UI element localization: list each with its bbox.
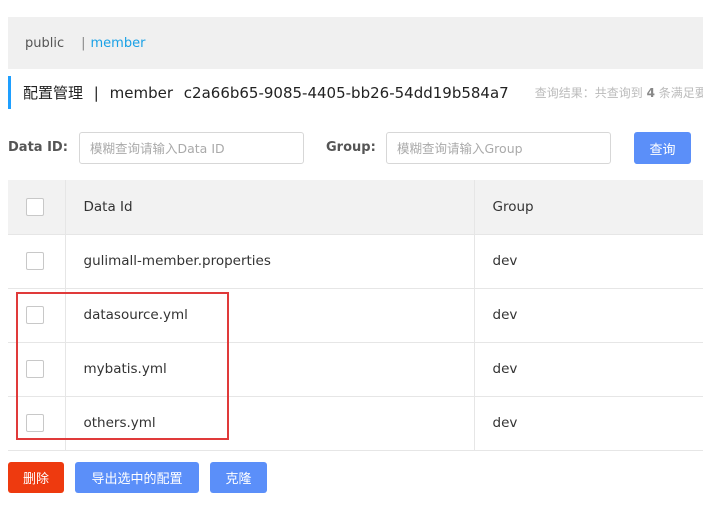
table-row: others.yml dev xyxy=(8,396,703,451)
query-result-summary: 查询结果：共查询到 4 条满足要求的 xyxy=(535,84,703,101)
title-accent-bar xyxy=(8,76,11,109)
group-label: Group: xyxy=(326,140,376,155)
row-checkbox[interactable] xyxy=(26,414,44,432)
result-prefix: 查询结果：共查询到 xyxy=(534,86,643,100)
row-select-cell xyxy=(8,396,66,451)
table-row: mybatis.yml dev xyxy=(8,342,703,397)
header-select-cell xyxy=(8,180,66,235)
row-group: dev xyxy=(474,396,703,451)
table-row: datasource.yml dev xyxy=(8,288,703,343)
row-group: dev xyxy=(474,342,703,397)
row-checkbox[interactable] xyxy=(26,360,44,378)
clone-button[interactable]: 克隆 xyxy=(210,462,267,493)
select-all-checkbox[interactable] xyxy=(26,197,44,216)
data-id-input[interactable] xyxy=(79,132,304,164)
export-selected-button[interactable]: 导出选中的配置 xyxy=(75,462,199,493)
header-data-id: Data Id xyxy=(65,180,475,235)
result-suffix: 条满足要求的 xyxy=(658,86,703,100)
row-select-cell xyxy=(8,342,66,397)
row-data-id: datasource.yml xyxy=(65,288,475,343)
row-select-cell xyxy=(8,234,66,289)
title-divider: | xyxy=(93,84,99,102)
page-title: 配置管理 | member c2a66b65-9085-4405-bb26-54… xyxy=(23,82,515,103)
namespace-separator: | xyxy=(81,35,86,51)
page-title-row: 配置管理 | member c2a66b65-9085-4405-bb26-54… xyxy=(8,76,703,109)
title-namespace-id: c2a66b65-9085-4405-bb26-54dd19b584a7 xyxy=(183,84,509,102)
search-row: Data ID: Group: 查询 xyxy=(8,132,703,164)
row-select-cell xyxy=(8,288,66,343)
row-checkbox[interactable] xyxy=(26,306,44,324)
title-prefix: 配置管理 xyxy=(23,84,84,102)
data-id-label: Data ID: xyxy=(8,140,68,155)
namespace-bar: public | member xyxy=(8,17,703,69)
row-checkbox[interactable] xyxy=(26,252,44,270)
row-group: dev xyxy=(474,234,703,289)
row-data-id: gulimall-member.properties xyxy=(65,234,475,289)
title-namespace-name: member xyxy=(109,84,174,102)
delete-button[interactable]: 删除 xyxy=(8,462,64,493)
table-row: gulimall-member.properties dev xyxy=(8,234,703,289)
row-data-id: mybatis.yml xyxy=(65,342,475,397)
query-button[interactable]: 查询 xyxy=(634,132,691,164)
table-header-row: Data Id Group xyxy=(8,180,703,235)
namespace-member-link[interactable]: member xyxy=(91,36,146,51)
header-group: Group xyxy=(474,180,703,235)
row-group: dev xyxy=(474,288,703,343)
group-input[interactable] xyxy=(386,132,611,164)
result-count: 4 xyxy=(646,86,655,100)
config-table: Data Id Group gulimall-member.properties… xyxy=(8,180,703,451)
row-data-id: others.yml xyxy=(65,396,475,451)
namespace-public-link[interactable]: public xyxy=(25,36,64,51)
